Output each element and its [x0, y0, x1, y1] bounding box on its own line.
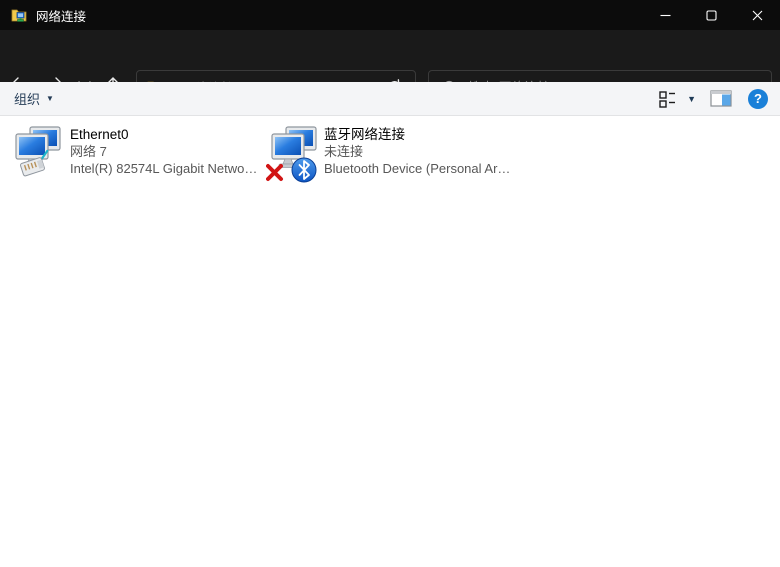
- title-bar: 网络连接: [0, 0, 780, 30]
- navigation-bar: › 网络连接 ›: [0, 30, 780, 82]
- connection-network: 未连接: [324, 143, 510, 160]
- connection-name: Ethernet0: [70, 126, 257, 143]
- disconnected-x-icon: [268, 166, 281, 179]
- folder-content: Ethernet0 网络 7 Intel(R) 82574L Gigabit N…: [0, 117, 780, 567]
- bluetooth-badge-icon: [292, 158, 316, 182]
- connection-item-ethernet0[interactable]: Ethernet0 网络 7 Intel(R) 82574L Gigabit N…: [12, 124, 262, 188]
- close-button[interactable]: [734, 0, 780, 30]
- connection-item-bluetooth[interactable]: 蓝牙网络连接 未连接 Bluetooth Device (Personal Ar…: [266, 124, 516, 188]
- network-connections-icon: [11, 7, 27, 23]
- close-icon: [752, 10, 763, 21]
- command-bar: 组织 ▼ ▼ ?: [0, 82, 780, 116]
- connection-device: Bluetooth Device (Personal Ar…: [324, 160, 510, 177]
- window-title: 网络连接: [36, 6, 86, 25]
- minimize-button[interactable]: [642, 0, 688, 30]
- ethernet-adapter-icon: [12, 124, 64, 184]
- connection-device: Intel(R) 82574L Gigabit Netwo…: [70, 160, 257, 177]
- preview-pane-icon[interactable]: [710, 90, 732, 107]
- minimize-icon: [660, 10, 671, 21]
- connection-name: 蓝牙网络连接: [324, 126, 510, 143]
- maximize-icon: [706, 10, 717, 21]
- organize-label: 组织: [14, 89, 40, 108]
- help-glyph: ?: [754, 91, 762, 106]
- explorer-window: 网络连接: [0, 0, 780, 567]
- bluetooth-adapter-icon: [266, 124, 318, 184]
- organize-menu-button[interactable]: 组织 ▼: [14, 89, 54, 108]
- view-dropdown-icon[interactable]: ▼: [687, 94, 696, 104]
- organize-dropdown-icon: ▼: [46, 94, 54, 103]
- help-icon[interactable]: ?: [748, 89, 768, 109]
- view-tiles-icon[interactable]: [657, 89, 679, 109]
- maximize-button[interactable]: [688, 0, 734, 30]
- connection-network: 网络 7: [70, 143, 257, 160]
